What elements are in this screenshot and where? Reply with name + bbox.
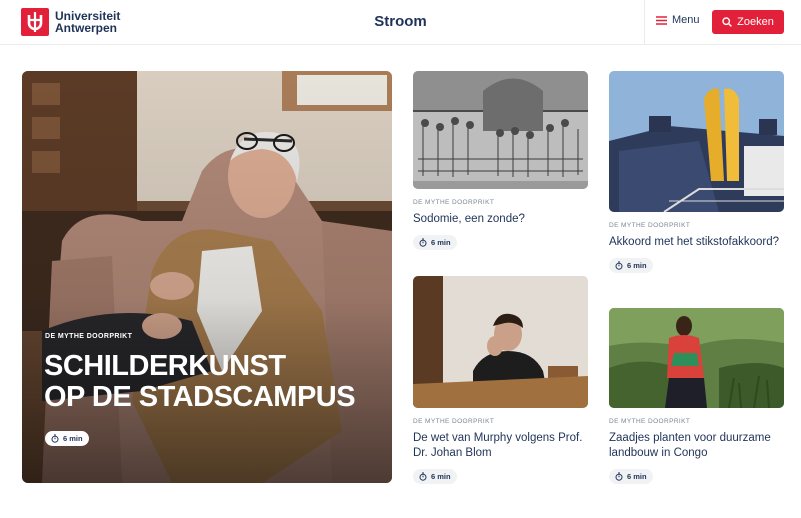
read-time: 6 min <box>63 434 83 443</box>
search-label: Zoeken <box>737 16 774 28</box>
article-card[interactable]: DE MYTHE DOORPRIKT Akkoord met het stiks… <box>609 71 784 275</box>
stopwatch-icon <box>51 434 59 443</box>
stopwatch-icon <box>615 261 623 270</box>
read-time-badge: 6 min <box>609 258 653 273</box>
read-time-badge: 6 min <box>413 469 457 484</box>
article-kicker: DE MYTHE DOORPRIKT <box>413 199 495 206</box>
read-time: 6 min <box>627 261 647 270</box>
stopwatch-icon <box>419 472 427 481</box>
article-title[interactable]: Zaadjes planten voor duurzame landbouw i… <box>609 431 784 461</box>
read-time-badge: 6 min <box>413 235 457 250</box>
uantwerpen-logo-icon <box>21 8 49 36</box>
article-kicker: DE MYTHE DOORPRIKT <box>413 418 495 425</box>
read-time-badge: 6 min <box>609 469 653 484</box>
header-divider <box>644 0 645 44</box>
article-kicker: DE MYTHE DOORPRIKT <box>609 222 691 229</box>
hamburger-icon <box>656 15 667 25</box>
article-thumbnail <box>609 71 784 212</box>
feature-title[interactable]: Schilderkunst op de stadscampus <box>44 351 364 413</box>
feature-title-line-2: op de stadscampus <box>44 381 356 413</box>
article-card[interactable]: DE MYTHE DOORPRIKT Zaadjes planten voor … <box>609 308 784 486</box>
site-header: Universiteit Antwerpen Stroom Menu Zoeke… <box>0 0 801 45</box>
article-thumbnail <box>413 71 588 189</box>
article-card[interactable]: DE MYTHE DOORPRIKT Sodomie, een zonde? 6… <box>413 71 588 252</box>
article-title[interactable]: Akkoord met het stikstofakkoord? <box>609 235 784 250</box>
stopwatch-icon <box>419 238 427 247</box>
feature-photo <box>22 71 392 483</box>
feature-kicker: DE MYTHE DOORPRIKT <box>45 333 133 340</box>
article-thumbnail <box>413 276 588 408</box>
article-card[interactable]: DE MYTHE DOORPRIKT De wet van Murphy vol… <box>413 276 588 486</box>
read-time: 6 min <box>431 472 451 481</box>
article-title[interactable]: Sodomie, een zonde? <box>413 212 588 227</box>
article-kicker: DE MYTHE DOORPRIKT <box>609 418 691 425</box>
logo-wordmark: Universiteit Antwerpen <box>55 10 120 34</box>
search-icon <box>722 17 733 27</box>
read-time: 6 min <box>431 238 451 247</box>
logo-line-2: Antwerpen <box>55 21 118 35</box>
stopwatch-icon <box>615 472 623 481</box>
read-time: 6 min <box>627 472 647 481</box>
site-title[interactable]: Stroom <box>374 13 427 30</box>
article-title[interactable]: De wet van Murphy volgens Prof. Dr. Joha… <box>413 431 588 461</box>
feature-article-card[interactable]: DE MYTHE DOORPRIKT Schilderkunst op de s… <box>22 71 392 483</box>
feature-title-line-1: Schilderkunst <box>44 350 286 382</box>
search-button[interactable]: Zoeken <box>712 10 784 34</box>
university-logo[interactable]: Universiteit Antwerpen <box>21 8 120 36</box>
menu-button[interactable]: Menu <box>656 14 700 26</box>
menu-label: Menu <box>672 14 700 26</box>
article-thumbnail <box>609 308 784 408</box>
read-time-badge: 6 min <box>45 431 89 446</box>
